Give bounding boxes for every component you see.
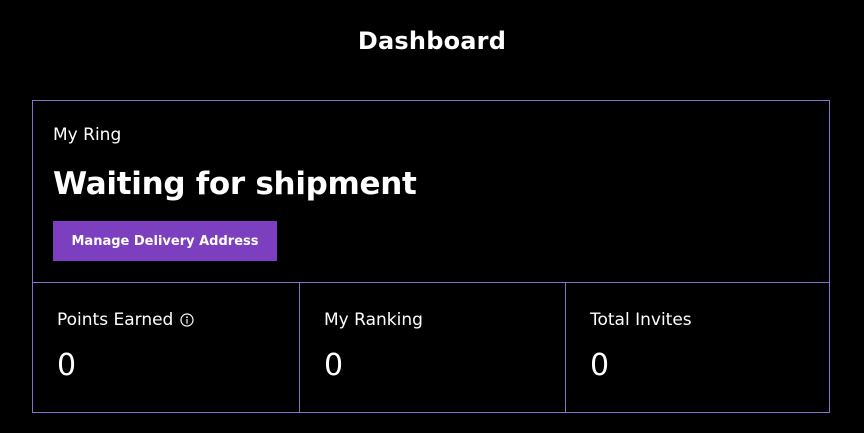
points-earned-label: Points Earned	[57, 310, 174, 330]
stat-my-ranking: My Ranking 0	[300, 282, 566, 412]
stat-total-invites: Total Invites 0	[566, 282, 829, 412]
stat-label-points-earned: Points Earned	[57, 310, 194, 330]
points-earned-value: 0	[57, 348, 77, 383]
my-ranking-label: My Ranking	[324, 310, 423, 330]
total-invites-label: Total Invites	[590, 310, 692, 330]
my-ranking-value: 0	[324, 348, 344, 383]
dashboard-card: My Ring Waiting for shipment Manage Deli…	[32, 100, 830, 413]
my-ring-section: My Ring Waiting for shipment Manage Deli…	[33, 101, 829, 283]
page-title: Dashboard	[357, 27, 507, 55]
stat-points-earned: Points Earned 0	[33, 282, 300, 412]
manage-delivery-address-button[interactable]: Manage Delivery Address	[53, 221, 277, 261]
ring-status-text: Waiting for shipment	[53, 166, 417, 202]
dashboard-page: Dashboard My Ring Waiting for shipment M…	[0, 0, 864, 433]
info-icon[interactable]	[180, 313, 194, 327]
my-ring-label: My Ring	[53, 125, 122, 145]
stats-row: Points Earned 0 My Ranking 0 Total Invit…	[33, 282, 829, 412]
total-invites-value: 0	[590, 348, 610, 383]
